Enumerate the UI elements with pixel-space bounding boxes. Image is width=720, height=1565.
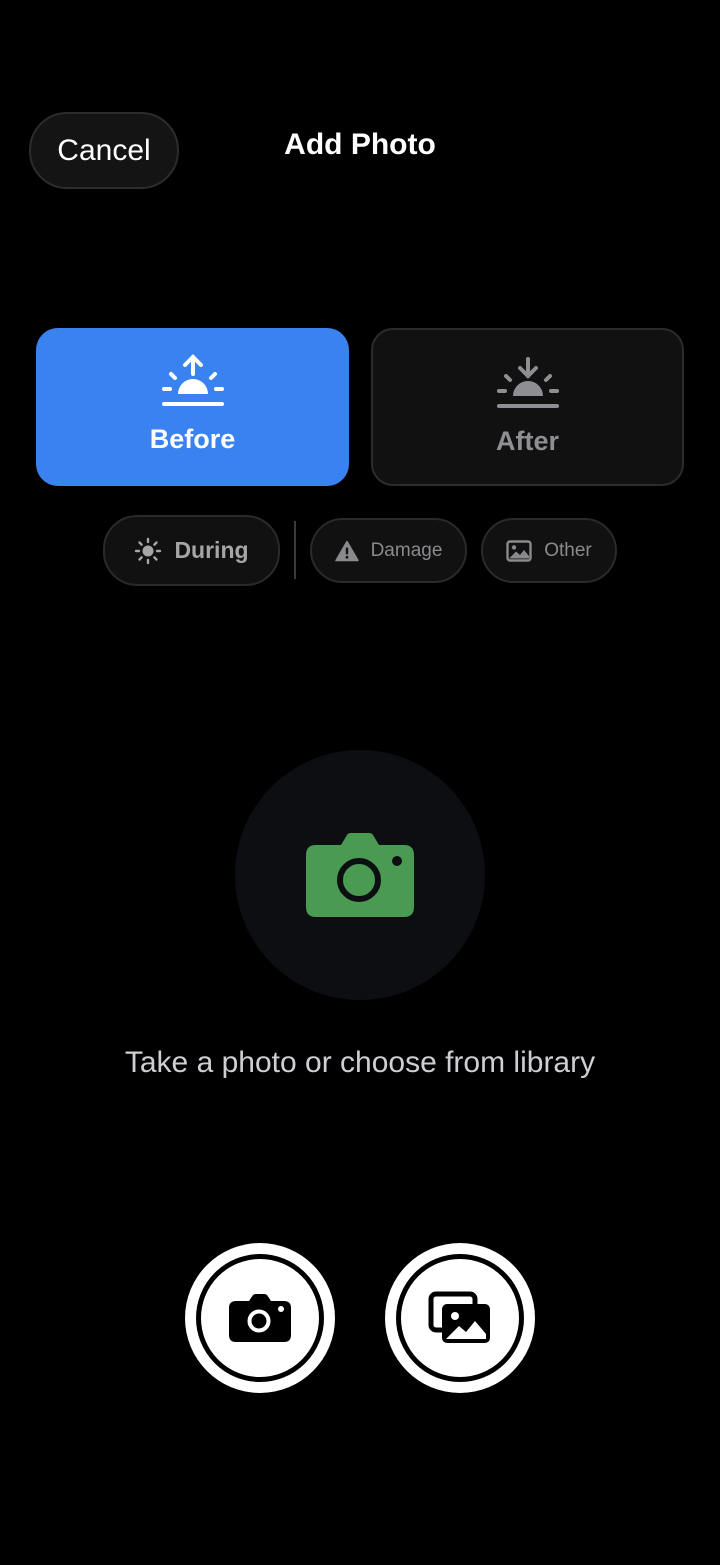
photo-library-button-ring [396, 1254, 524, 1382]
chip-other-label: Other [544, 539, 592, 561]
sun-icon [135, 537, 162, 564]
sunset-icon [496, 357, 559, 408]
warning-triangle-icon [334, 540, 359, 561]
chip-other[interactable]: Other [481, 518, 617, 583]
camera-icon [306, 833, 414, 917]
chip-divider [294, 521, 296, 579]
cancel-button[interactable]: Cancel [29, 112, 179, 189]
photo-library-button[interactable] [385, 1243, 535, 1393]
hero-camera-placeholder [235, 750, 485, 1000]
phase-before-label: Before [149, 424, 236, 454]
photo-library-icon [428, 1291, 490, 1343]
take-photo-button[interactable] [185, 1243, 335, 1393]
phase-before-button[interactable]: Before [36, 328, 349, 486]
page-title: Add Photo [284, 128, 436, 161]
phase-after-button[interactable]: After [371, 328, 684, 486]
take-photo-button-ring [196, 1254, 324, 1382]
photo-icon [506, 539, 532, 562]
chip-damage[interactable]: Damage [310, 518, 467, 583]
chip-during-label: During [174, 537, 249, 563]
phase-after-label: After [495, 426, 559, 456]
chip-during[interactable]: During [103, 515, 280, 586]
camera-icon [229, 1294, 291, 1342]
sunrise-icon [161, 354, 224, 406]
hint-text: Take a photo or choose from library [124, 1046, 596, 1079]
chip-damage-label: Damage [370, 539, 443, 561]
